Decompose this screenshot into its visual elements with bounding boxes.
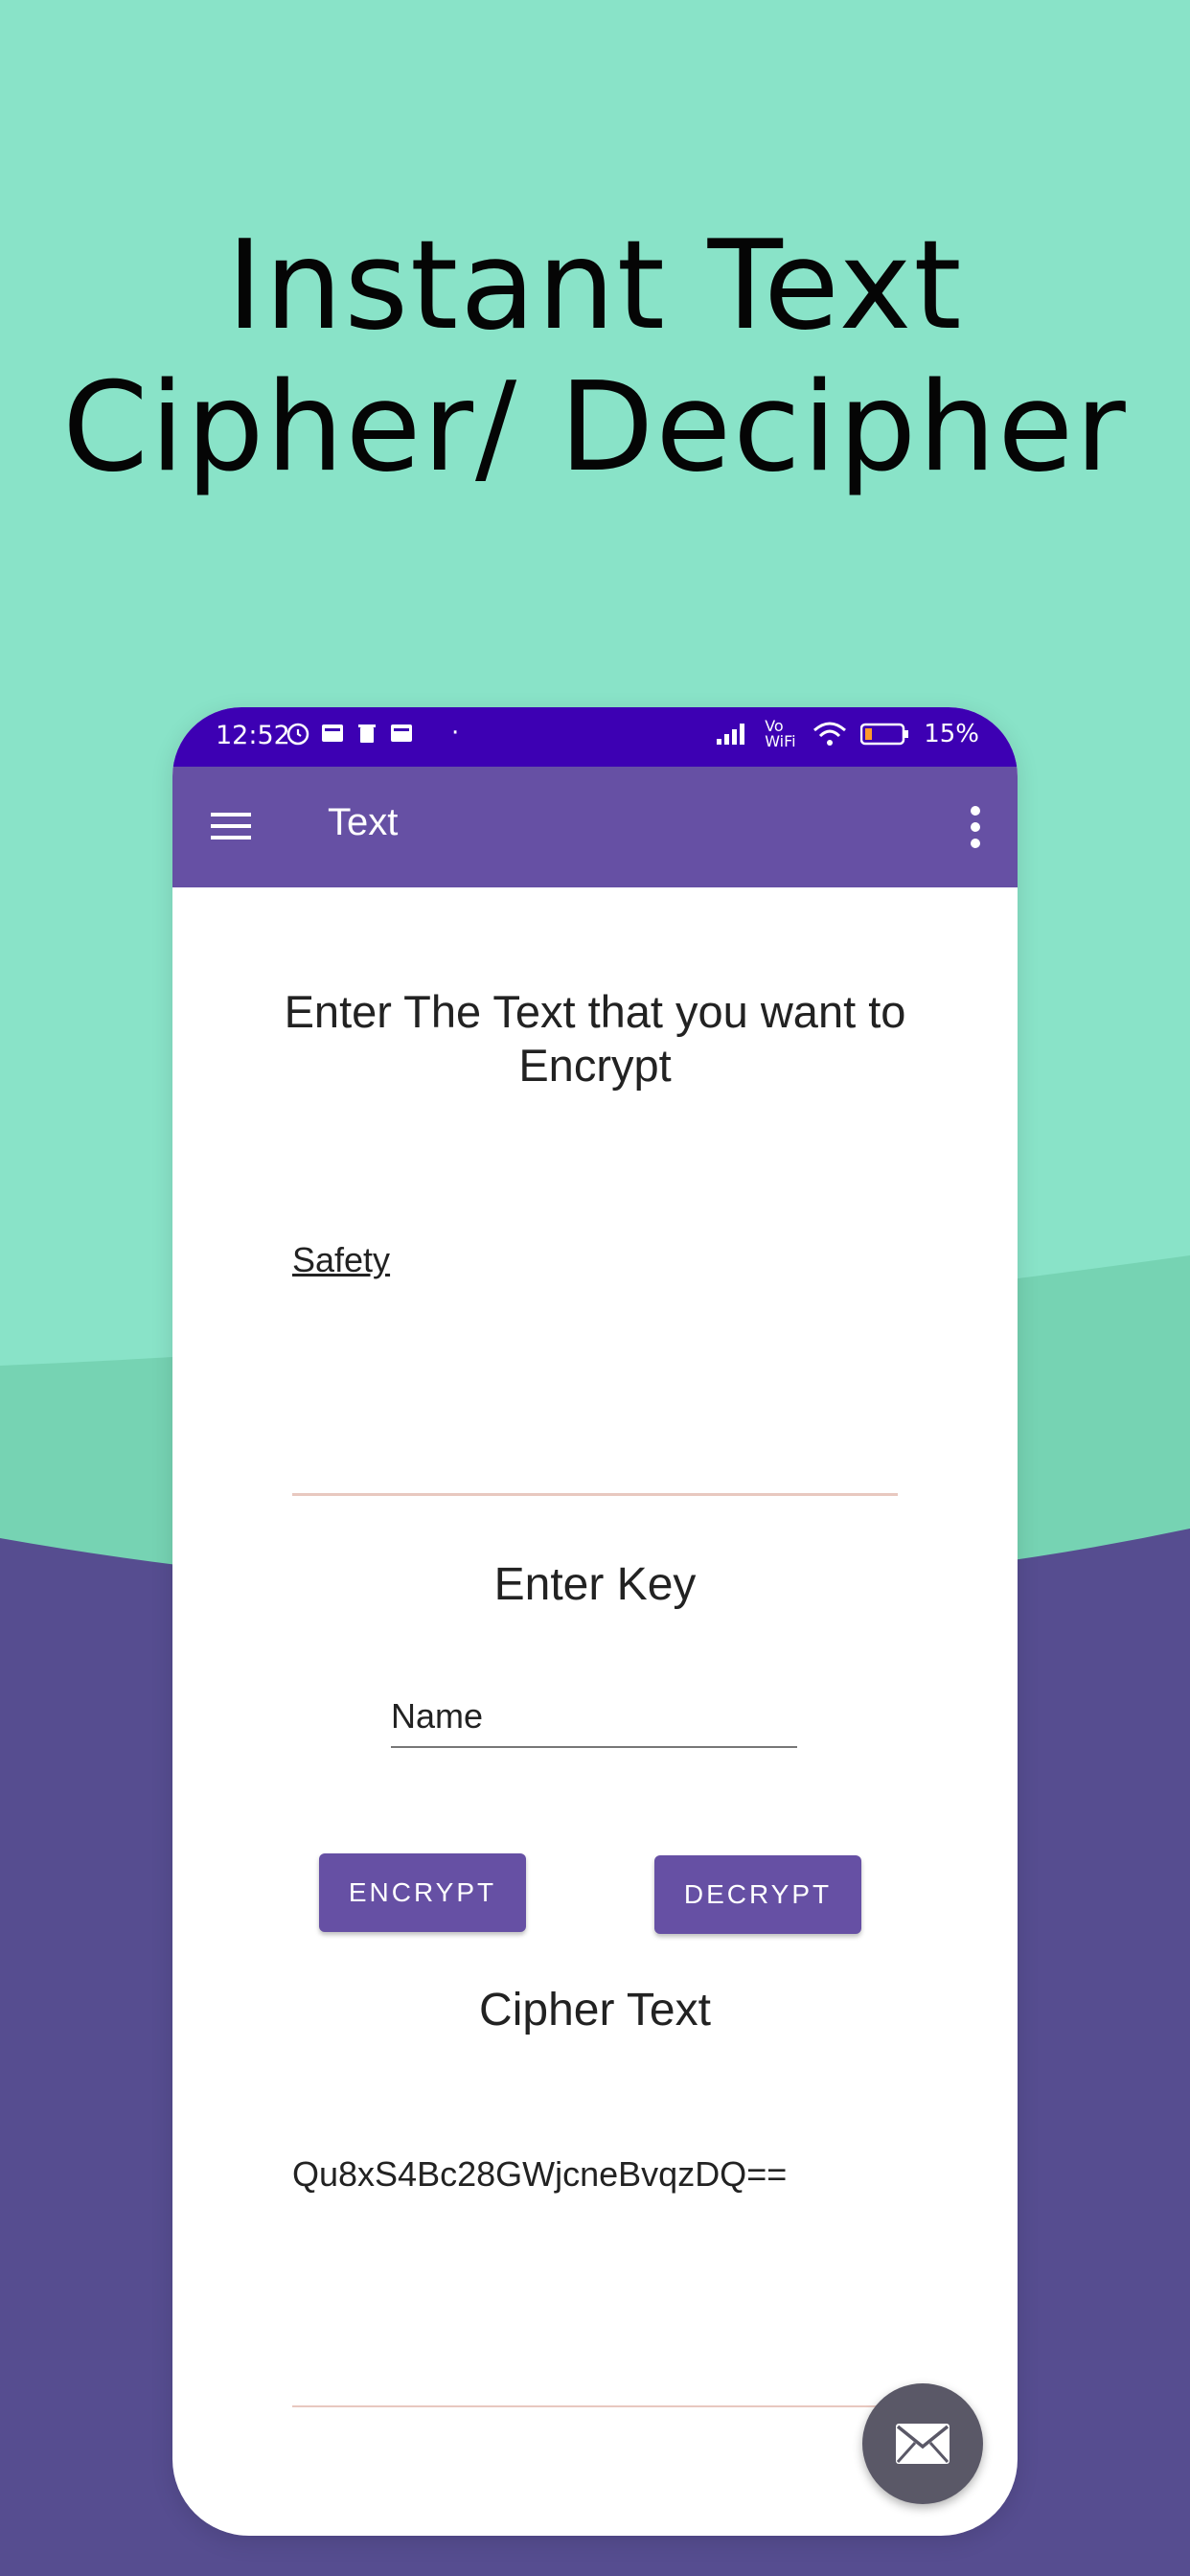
- alarm-icon: [286, 723, 309, 746]
- notification-icons: [286, 721, 414, 746]
- plain-text-input[interactable]: Safety: [292, 1240, 390, 1280]
- key-input[interactable]: [391, 1692, 797, 1748]
- more-vert-icon[interactable]: [966, 803, 985, 851]
- vowifi-label: Vo WiFi: [765, 717, 796, 750]
- app-bar-title: Text: [328, 801, 399, 843]
- encrypt-button[interactable]: ENCRYPT: [319, 1853, 526, 1932]
- encrypt-prompt: Enter The Text that you want to Encrypt: [284, 986, 906, 1091]
- email-fab-button[interactable]: [862, 2383, 983, 2504]
- notification-card-icon: [391, 724, 412, 742]
- system-icons: Vo WiFi 15%: [715, 719, 979, 749]
- key-label: Enter Key: [493, 1559, 697, 1610]
- notification-card-icon: [322, 724, 343, 742]
- status-bar: 12:52 · Vo WiFi 15%: [172, 707, 1018, 767]
- more-notifications-dot: ·: [451, 719, 460, 748]
- cipher-text-underline: [292, 2405, 898, 2407]
- decrypt-button[interactable]: DECRYPT: [654, 1855, 861, 1934]
- headline-line-1: Instant Text: [226, 215, 964, 357]
- battery-percent: 15%: [924, 720, 979, 748]
- headline: Instant Text Cipher/ Decipher: [0, 216, 1190, 499]
- headline-line-2: Cipher/ Decipher: [62, 356, 1128, 499]
- plain-text-underline: [292, 1493, 898, 1496]
- app-bar: Text: [172, 767, 1018, 887]
- email-icon: [896, 2424, 950, 2464]
- wifi-icon: [813, 722, 847, 746]
- status-time: 12:52: [216, 721, 290, 750]
- phone-screen: 12:52 · Vo WiFi 15% Text Enter The Text …: [172, 707, 1018, 2536]
- main-content: Enter The Text that you want to Encrypt …: [172, 887, 1018, 2536]
- cipher-text-label: Cipher Text: [479, 1985, 711, 2036]
- battery-icon: [860, 723, 909, 746]
- hamburger-menu-icon[interactable]: [209, 807, 253, 845]
- signal-icon: [717, 724, 745, 745]
- trash-icon: [358, 724, 376, 743]
- cipher-text-output[interactable]: Qu8xS4Bc28GWjcneBvqzDQ==: [292, 2154, 787, 2195]
